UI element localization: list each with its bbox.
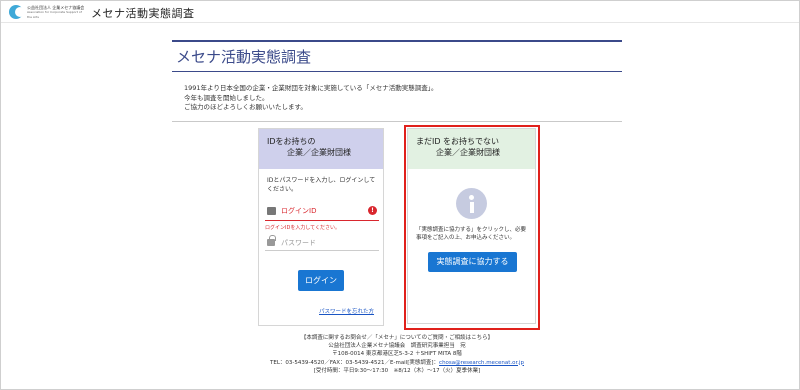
login-heading-line2: 企業／企業財団様	[287, 148, 351, 157]
footer-line2: 公益社団法人企業メセナ協議会 調査研究事業担当 宛	[328, 343, 466, 350]
login-id-placeholder: ログインID	[281, 207, 317, 215]
highlight-outline	[404, 125, 540, 330]
lock-icon	[267, 235, 276, 246]
footer-line1: 【本調査に関するお問合せ／「メセナ」についてのご質問・ご相談はこちら】	[300, 335, 494, 341]
org-name-block: 公益社団法人 企業メセナ協議会 Association for Corporat…	[27, 5, 87, 20]
login-card-header: IDをお持ちの 企業／企業財団様	[259, 129, 383, 169]
top-header: 公益社団法人 企業メセナ協議会 Association for Corporat…	[1, 1, 799, 23]
login-id-error: ログインIDを入力してください。	[265, 225, 341, 231]
intro-text: 1991年より日本全国の企業・企業財団を対象に実施している「メセナ活動実態調査」…	[184, 84, 604, 113]
org-name-en: Association for Corporate Support of the…	[27, 10, 82, 19]
logo-mark-icon	[9, 5, 25, 19]
intro-line-1: 1991年より日本全国の企業・企業財団を対象に実施している「メセナ活動実態調査」…	[184, 84, 438, 92]
footer-line3: 〒108-0014 東京都港区芝5-3-2 ＋SHIFT MITA 8階	[332, 351, 462, 358]
page-title: メセナ活動実態調査	[176, 48, 312, 66]
password-placeholder: パスワード	[281, 239, 316, 247]
login-id-field[interactable]: ログインID !	[265, 203, 379, 221]
intro-line-3: ご協力のほどよろしくお願いいたします。	[184, 103, 307, 111]
page-title-band: メセナ活動実態調査	[172, 40, 622, 72]
alert-icon: !	[368, 206, 377, 215]
email-link[interactable]: chosa@research.mecenat.or.jp	[439, 360, 524, 366]
id-card-icon	[267, 207, 276, 215]
forgot-password-link[interactable]: パスワードを忘れた方	[319, 307, 374, 315]
password-field[interactable]: パスワード	[265, 235, 379, 251]
footer-contact: 【本調査に関するお問合せ／「メセナ」についてのご質問・ご相談はこちら】 公益社団…	[172, 334, 622, 375]
footer-contact-text: TEL：03-5439-4520／FAX：03-5439-4521／E-mail…	[269, 359, 440, 366]
footer-line5: [受付時間：平日9:30〜17:30 ※8/12（木）〜17（火）夏季休業]	[313, 367, 481, 374]
login-card: IDをお持ちの 企業／企業財団様 IDとパスワードを入力し、ログインしてください…	[258, 128, 384, 326]
login-button[interactable]: ログイン	[298, 270, 344, 291]
app-title: メセナ活動実態調査	[91, 7, 195, 20]
login-heading-line1: IDをお持ちの	[267, 137, 316, 146]
intro-line-2: 今年も調査を開始しました。	[184, 93, 269, 102]
footer-line4: TEL：03-5439-4520／FAX：03-5439-4521／E-mail…	[172, 359, 622, 367]
login-description: IDとパスワードを入力し、ログインしてください。	[267, 177, 376, 193]
divider	[172, 121, 622, 122]
